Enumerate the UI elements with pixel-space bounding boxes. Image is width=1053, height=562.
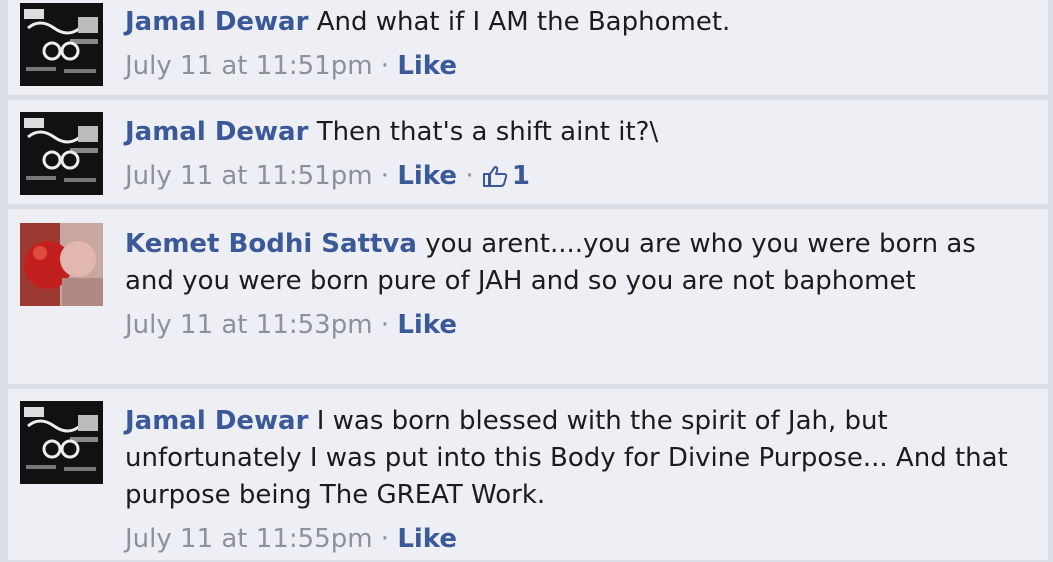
comment-meta: July 11 at 11:51pm · Like: [125, 48, 1018, 85]
separator: ·: [380, 524, 390, 554]
comment-body: Kemet Bodhi Sattva you arent....you are …: [125, 226, 1018, 344]
comment-item: Jamal Dewar And what if I AM the Baphome…: [8, 0, 1048, 95]
like-link[interactable]: Like: [397, 310, 457, 340]
comment-text: Jamal Dewar Then that's a shift aint it?…: [125, 114, 1018, 151]
separator: ·: [380, 310, 390, 340]
avatar[interactable]: [20, 401, 103, 484]
separator: ·: [465, 161, 474, 191]
like-link[interactable]: Like: [397, 524, 457, 554]
separator: ·: [380, 161, 390, 191]
like-link[interactable]: Like: [397, 161, 457, 191]
comment-body: Jamal Dewar And what if I AM the Baphome…: [125, 4, 1018, 85]
avatar[interactable]: [20, 3, 103, 86]
avatar[interactable]: [20, 112, 103, 195]
thumbs-up-icon[interactable]: [482, 161, 508, 198]
timestamp[interactable]: July 11 at 11:55pm: [125, 524, 373, 554]
timestamp[interactable]: July 11 at 11:51pm: [125, 161, 373, 191]
comment-meta: July 11 at 11:53pm · Like: [125, 307, 1018, 344]
author-link[interactable]: Jamal Dewar: [125, 406, 308, 436]
avatar[interactable]: [20, 223, 103, 306]
author-link[interactable]: Jamal Dewar: [125, 117, 308, 147]
author-link[interactable]: Jamal Dewar: [125, 7, 308, 37]
like-count[interactable]: 1: [512, 161, 530, 191]
comment-item: Kemet Bodhi Sattva you arent....you are …: [8, 209, 1048, 384]
comment-text: Jamal Dewar And what if I AM the Baphome…: [125, 4, 1018, 41]
comment-item: Jamal Dewar Then that's a shift aint it?…: [8, 100, 1048, 204]
comment-body: Jamal Dewar Then that's a shift aint it?…: [125, 114, 1018, 198]
like-link[interactable]: Like: [397, 51, 457, 81]
comment-meta: July 11 at 11:51pm · Like · 1: [125, 158, 1018, 198]
separator: ·: [380, 51, 390, 81]
comment-meta: July 11 at 11:55pm · Like: [125, 521, 1018, 558]
comment-item: Jamal Dewar I was born blessed with the …: [8, 389, 1048, 560]
comment-thread: Jamal Dewar And what if I AM the Baphome…: [8, 0, 1048, 560]
timestamp[interactable]: July 11 at 11:53pm: [125, 310, 373, 340]
comment-text: Jamal Dewar I was born blessed with the …: [125, 403, 1018, 514]
timestamp[interactable]: July 11 at 11:51pm: [125, 51, 373, 81]
comment-message: Then that's a shift aint it?\: [316, 117, 659, 147]
comment-text: Kemet Bodhi Sattva you arent....you are …: [125, 226, 1018, 300]
comment-message: And what if I AM the Baphomet.: [316, 7, 731, 37]
comment-body: Jamal Dewar I was born blessed with the …: [125, 403, 1018, 558]
author-link[interactable]: Kemet Bodhi Sattva: [125, 229, 417, 259]
